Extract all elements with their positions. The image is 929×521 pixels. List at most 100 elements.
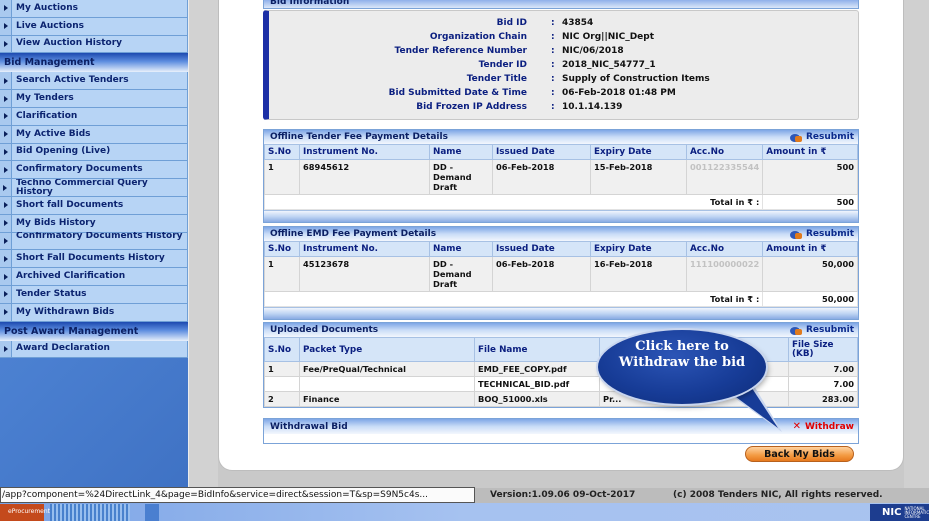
table-header-row: S.No Instrument No. Name Issued Date Exp…	[264, 241, 858, 257]
emd-fee-panel: Offline EMD Fee Payment Details Resubmit…	[263, 226, 859, 320]
cell-acc: 001122335544	[685, 159, 764, 195]
field-label: Bid Frozen IP Address	[416, 102, 527, 112]
sidebar-item-confirmatory-documents[interactable]: Confirmatory Documents	[0, 161, 188, 180]
bullet-arrow-icon	[0, 0, 12, 17]
cell-size: 283.00	[788, 391, 858, 407]
sidebar-menu: My Auctions Live Auctions View Auction H…	[0, 0, 188, 490]
back-my-bids-button[interactable]: Back My Bids	[745, 446, 854, 462]
sidebar-item-label: My Bids History	[16, 217, 96, 228]
sidebar-item-my-auctions[interactable]: My Auctions	[0, 0, 188, 18]
emd-fee-resubmit-link[interactable]: Resubmit	[789, 229, 854, 240]
cell-sno: 1	[264, 159, 300, 195]
sidebar-item-tender-status[interactable]: Tender Status	[0, 285, 188, 304]
col-header: Acc.No	[685, 144, 764, 160]
cell-packet	[299, 376, 475, 392]
col-header: File Size (KB)	[788, 337, 858, 362]
cell-file-link[interactable]: EMD_FEE_COPY.pdf	[474, 361, 600, 377]
tender-fee-panel: Offline Tender Fee Payment Details Resub…	[263, 129, 859, 223]
field-separator: :	[551, 18, 555, 28]
bullet-arrow-icon	[0, 232, 12, 250]
withdraw-button[interactable]: ✕ Withdraw	[793, 421, 854, 432]
bullet-arrow-icon	[0, 196, 12, 214]
table-header-row: S.No Packet Type File Name File Size (KB…	[264, 337, 858, 362]
sidebar-item-label: Confirmatory Documents	[16, 164, 143, 175]
bullet-arrow-icon	[0, 72, 12, 90]
right-gutter	[904, 0, 929, 490]
sidebar-item-search-active-tenders[interactable]: Search Active Tenders	[0, 72, 188, 91]
bullet-arrow-icon	[0, 179, 12, 196]
total-row: Total in ₹ : 500	[263, 194, 858, 210]
sidebar-item-label: My Tenders	[16, 93, 74, 104]
field-separator: :	[551, 74, 555, 84]
col-header: Amount in ₹	[762, 241, 858, 257]
sidebar-item-my-bids-history[interactable]: My Bids History	[0, 214, 188, 233]
bullet-arrow-icon	[0, 250, 12, 268]
field-tender-id: Tender ID:2018_NIC_54777_1	[269, 60, 858, 73]
sidebar-item-confirmatory-documents-history[interactable]: Confirmatory Documents History	[0, 232, 188, 251]
cell-sno: 2	[264, 391, 300, 407]
section-bid-management: Bid Management	[0, 53, 188, 73]
total-label: Total in ₹ :	[263, 194, 764, 210]
version-text: Version:1.09.06 09-Oct-2017	[490, 490, 636, 500]
cell-instrument: 68945612	[299, 159, 430, 195]
cell-amount: 500	[762, 159, 858, 195]
table-header-row: S.No Instrument No. Name Issued Date Exp…	[264, 144, 858, 160]
col-header: Acc.No	[685, 241, 764, 257]
col-header: Amount in ₹	[762, 144, 858, 160]
sidebar-item-clarification[interactable]: Clarification	[0, 107, 188, 126]
total-value: 500	[762, 194, 858, 210]
cell-acc: 111100000022	[685, 256, 764, 292]
col-header: Instrument No.	[299, 241, 430, 257]
cell-sno	[264, 376, 300, 392]
tender-fee-resubmit-link[interactable]: Resubmit	[789, 132, 854, 143]
field-label: Tender Title	[466, 74, 527, 84]
tender-fee-title: Offline Tender Fee Payment Details	[270, 132, 448, 142]
bid-info-panel: Bid ID:43854 Organization Chain: NIC Org|…	[263, 10, 859, 120]
sidebar-item-label: Live Auctions	[16, 20, 84, 31]
cell-name: DD - Demand Draft	[429, 256, 493, 292]
cell-amount: 50,000	[762, 256, 858, 292]
documents-resubmit-link[interactable]: Resubmit	[789, 325, 854, 336]
field-tender-reference-number: Tender Reference Number: NIC/06/2018	[269, 46, 858, 59]
bid-info-header: Bid Information	[263, 0, 859, 9]
copyright-text: (c) 2008 Tenders NIC, All rights reserve…	[673, 490, 883, 500]
left-gutter	[188, 0, 218, 490]
cell-sno: 1	[264, 361, 300, 377]
sidebar-item-view-auction-history[interactable]: View Auction History	[0, 35, 188, 54]
sidebar-item-archived-clarification[interactable]: Archived Clarification	[0, 268, 188, 286]
nic-logo-subtext: NATIONAL INFORMATICS CENTRE	[904, 505, 929, 519]
sidebar-item-live-auctions[interactable]: Live Auctions	[0, 17, 188, 36]
panel-footer	[264, 307, 858, 319]
sidebar-item-award-declaration[interactable]: Award Declaration	[0, 340, 188, 359]
sidebar-item-my-tenders[interactable]: My Tenders	[0, 90, 188, 108]
sidebar-item-label: Short Fall Documents History	[16, 253, 165, 264]
panel-footer	[264, 210, 858, 222]
sidebar-item-my-active-bids[interactable]: My Active Bids	[0, 125, 188, 144]
field-value: 43854	[562, 18, 594, 28]
tender-fee-header: Offline Tender Fee Payment Details Resub…	[264, 130, 858, 144]
tender-fee-table: S.No Instrument No. Name Issued Date Exp…	[263, 144, 858, 210]
page-root: My Auctions Live Auctions View Auction H…	[0, 0, 929, 521]
cell-size: 7.00	[788, 361, 858, 377]
cell-file-link[interactable]: TECHNICAL_BID.pdf	[474, 376, 600, 392]
building-graphic	[50, 504, 130, 521]
sidebar-item-my-withdrawn-bids[interactable]: My Withdrawn Bids	[0, 303, 188, 322]
field-tender-title: Tender Title: Supply of Construction Item…	[269, 74, 858, 87]
sidebar-item-bid-opening-live[interactable]: Bid Opening (Live)	[0, 143, 188, 162]
total-row: Total in ₹ : 50,000	[263, 291, 858, 307]
field-label: Bid Submitted Date & Time	[388, 88, 527, 98]
sidebar-item-short-fall-documents[interactable]: Short fall Documents	[0, 196, 188, 215]
sidebar-item-label: Tender Status	[16, 288, 87, 299]
sidebar-item-label: Clarification	[16, 110, 78, 121]
cell-file-link[interactable]: BOQ_51000.xls	[474, 391, 600, 407]
field-separator: :	[551, 60, 555, 70]
resubmit-label: Resubmit	[805, 325, 854, 335]
building-graphic	[145, 504, 159, 521]
total-value: 50,000	[762, 291, 858, 307]
emd-fee-table: S.No Instrument No. Name Issued Date Exp…	[263, 241, 858, 307]
sidebar-item-short-fall-documents-history[interactable]: Short Fall Documents History	[0, 250, 188, 269]
field-separator: :	[551, 88, 555, 98]
table-row: 1 Fee/PreQual/Technical EMD_FEE_COPY.pdf…	[264, 361, 858, 377]
cell-packet: Finance	[299, 391, 475, 407]
sidebar-item-techno-commercial-query-history[interactable]: Techno Commercial Query History	[0, 179, 188, 197]
